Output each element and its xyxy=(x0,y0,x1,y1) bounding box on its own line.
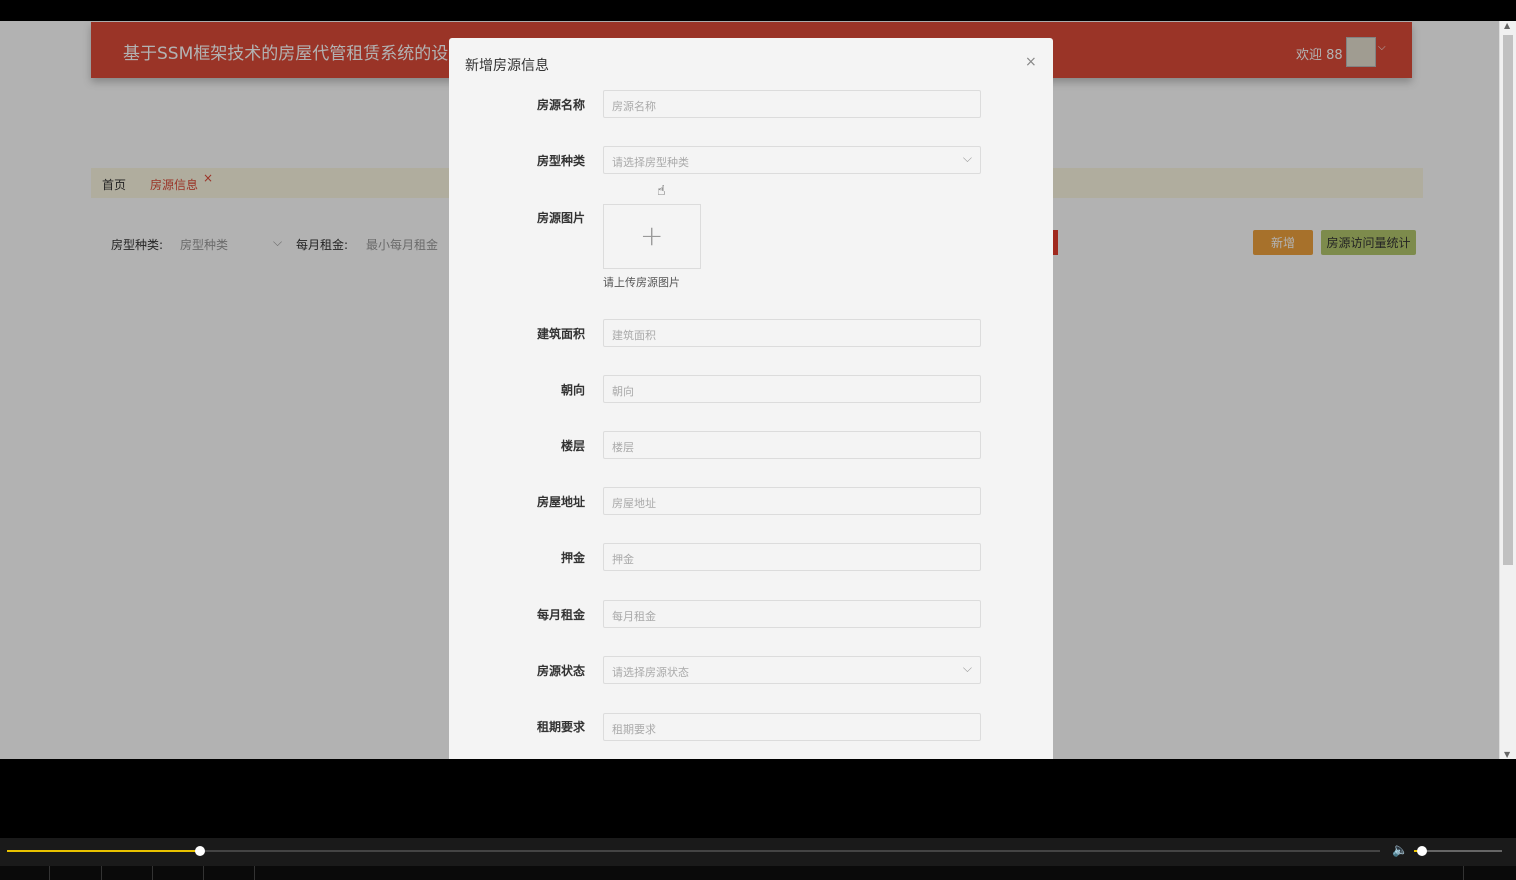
plus-icon: + xyxy=(640,219,664,252)
taskbar-divider xyxy=(101,866,102,880)
taskbar-divider xyxy=(203,866,204,880)
taskbar-divider xyxy=(152,866,153,880)
listing-name-input[interactable]: 房源名称 xyxy=(603,90,981,118)
field-label-status: 房源状态 xyxy=(536,664,585,678)
taskbar-divider xyxy=(49,866,50,880)
image-upload[interactable]: + xyxy=(603,204,701,269)
field-label-lease: 租期要求 xyxy=(536,720,585,734)
monthly-rent-input[interactable]: 每月租金 xyxy=(603,600,981,628)
orientation-input[interactable]: 朝向 xyxy=(603,375,981,403)
modal-title: 新增房源信息 xyxy=(465,58,549,74)
progress-fill xyxy=(7,850,200,852)
taskbar-divider xyxy=(254,866,255,880)
listing-status-select[interactable]: 请选择房源状态 xyxy=(603,656,981,684)
field-label-floor: 楼层 xyxy=(560,439,585,453)
progress-knob[interactable] xyxy=(195,846,205,856)
address-input[interactable]: 房屋地址 xyxy=(603,487,981,515)
taskbar-divider xyxy=(1463,866,1464,880)
scrollbar[interactable]: ▲ ▼ xyxy=(1499,21,1516,759)
field-label-rent: 每月租金 xyxy=(536,608,585,622)
video-controls: 🔈 xyxy=(0,838,1516,866)
scroll-down-icon[interactable]: ▼ xyxy=(1504,750,1510,759)
close-icon[interactable]: × xyxy=(1025,54,1037,70)
progress-track[interactable] xyxy=(7,850,1380,852)
mouse-cursor-icon: ☝ xyxy=(657,183,666,199)
taskbar xyxy=(0,866,1516,880)
volume-knob[interactable] xyxy=(1417,846,1427,856)
browser-page: 基于SSM框架技术的房屋代管租赁系统的设 欢迎 88 ⌵ 首页 房源信息 × 房… xyxy=(0,21,1516,759)
lease-term-input[interactable]: 租期要求 xyxy=(603,713,981,741)
floor-input[interactable]: 楼层 xyxy=(603,431,981,459)
scrollbar-thumb[interactable] xyxy=(1503,35,1513,565)
field-label-name: 房源名称 xyxy=(536,98,585,112)
volume-track[interactable] xyxy=(1414,850,1502,852)
field-label-image: 房源图片 xyxy=(536,211,585,225)
field-label-deposit: 押金 xyxy=(560,551,585,565)
volume-icon[interactable]: 🔈 xyxy=(1392,843,1408,858)
upload-hint: 请上传房源图片 xyxy=(603,276,680,289)
room-type-select[interactable]: 请选择房型种类 xyxy=(603,146,981,174)
field-label-area: 建筑面积 xyxy=(536,327,585,341)
deposit-input[interactable]: 押金 xyxy=(603,543,981,571)
field-label-orientation: 朝向 xyxy=(560,383,585,397)
add-listing-modal: 新增房源信息 × 房源名称 房源名称 房型种类 请选择房型种类 房源图片 + 请… xyxy=(449,38,1053,759)
scroll-up-icon[interactable]: ▲ xyxy=(1504,21,1510,30)
area-input[interactable]: 建筑面积 xyxy=(603,319,981,347)
field-label-type: 房型种类 xyxy=(536,154,585,168)
field-label-address: 房屋地址 xyxy=(536,495,585,509)
